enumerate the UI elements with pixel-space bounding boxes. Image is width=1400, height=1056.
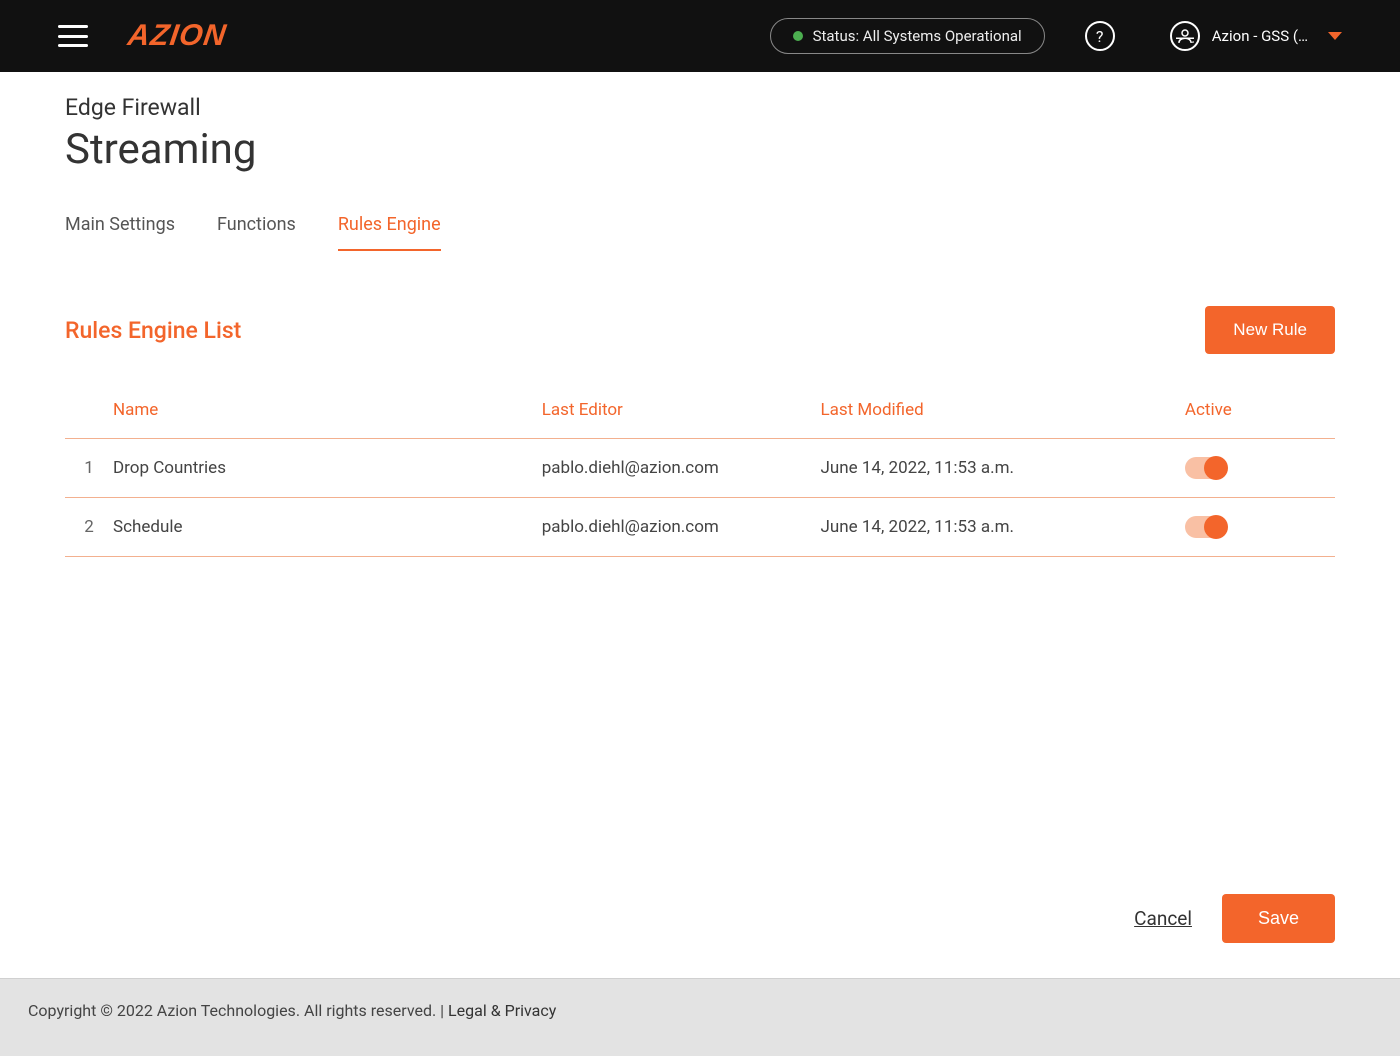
- breadcrumb: Edge Firewall: [65, 94, 1335, 121]
- list-header: Rules Engine List New Rule: [65, 306, 1335, 354]
- row-modified: June 14, 2022, 11:53 a.m.: [820, 517, 1184, 537]
- user-label: Azion - GSS (…: [1212, 27, 1308, 45]
- row-modified: June 14, 2022, 11:53 a.m.: [820, 458, 1184, 478]
- table-header: Name Last Editor Last Modified Active: [65, 382, 1335, 439]
- row-name: Schedule: [113, 517, 542, 537]
- active-toggle[interactable]: [1185, 457, 1227, 479]
- tab-rules-engine[interactable]: Rules Engine: [338, 214, 441, 251]
- user-avatar-icon: [1170, 21, 1200, 51]
- footer-copyright: Copyright © 2022 Azion Technologies. All…: [28, 1001, 436, 1020]
- main-content: Edge Firewall Streaming Main Settings Fu…: [0, 72, 1400, 854]
- active-toggle[interactable]: [1185, 516, 1227, 538]
- status-label: Status: All Systems Operational: [813, 27, 1022, 45]
- footer-separator: |: [440, 1001, 448, 1020]
- tab-functions[interactable]: Functions: [217, 214, 296, 251]
- logo[interactable]: AZION: [126, 19, 229, 53]
- status-pill[interactable]: Status: All Systems Operational: [770, 18, 1045, 54]
- col-last-editor: Last Editor: [542, 400, 821, 420]
- row-index: 1: [65, 458, 113, 478]
- topbar: AZION Status: All Systems Operational ? …: [0, 0, 1400, 72]
- actions-bar: Cancel Save: [0, 854, 1400, 978]
- help-icon[interactable]: ?: [1085, 21, 1115, 51]
- footer-legal-link[interactable]: Legal & Privacy: [448, 1001, 556, 1020]
- col-active: Active: [1185, 400, 1335, 420]
- row-index: 2: [65, 517, 113, 537]
- save-button[interactable]: Save: [1222, 894, 1335, 943]
- col-name: Name: [113, 400, 542, 420]
- table-row[interactable]: 2 Schedule pablo.diehl@azion.com June 14…: [65, 498, 1335, 557]
- table-row[interactable]: 1 Drop Countries pablo.diehl@azion.com J…: [65, 439, 1335, 498]
- col-last-modified: Last Modified: [820, 400, 1184, 420]
- row-editor: pablo.diehl@azion.com: [542, 517, 821, 537]
- tab-main-settings[interactable]: Main Settings: [65, 214, 175, 251]
- row-name: Drop Countries: [113, 458, 542, 478]
- row-editor: pablo.diehl@azion.com: [542, 458, 821, 478]
- user-menu[interactable]: Azion - GSS (…: [1170, 21, 1342, 51]
- menu-icon[interactable]: [58, 25, 88, 47]
- new-rule-button[interactable]: New Rule: [1205, 306, 1335, 354]
- list-title: Rules Engine List: [65, 317, 241, 344]
- page-title: Streaming: [65, 125, 1335, 174]
- status-dot-icon: [793, 31, 803, 41]
- chevron-down-icon: [1328, 32, 1342, 40]
- cancel-button[interactable]: Cancel: [1134, 907, 1192, 930]
- rules-table: Name Last Editor Last Modified Active 1 …: [65, 382, 1335, 557]
- footer: Copyright © 2022 Azion Technologies. All…: [0, 978, 1400, 1056]
- tabs: Main Settings Functions Rules Engine: [65, 214, 1335, 251]
